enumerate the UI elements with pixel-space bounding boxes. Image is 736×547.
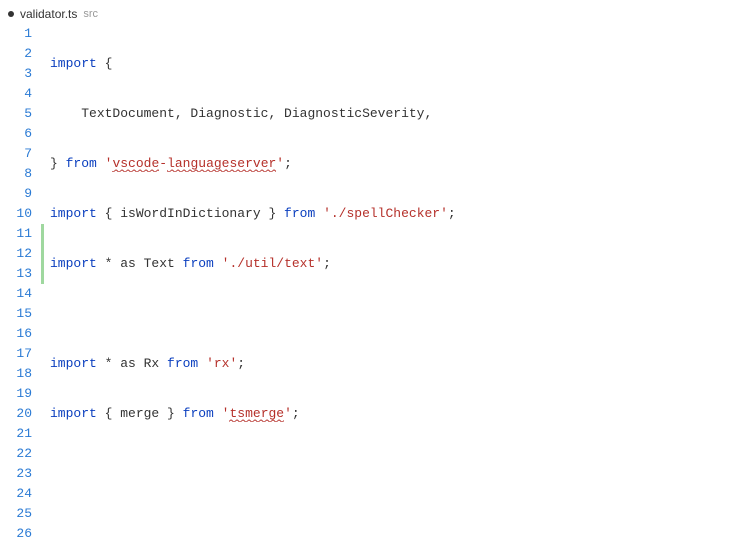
line-number: 26 bbox=[0, 524, 32, 544]
line-number: 18 bbox=[0, 364, 32, 384]
code-line[interactable]: import * as Text from './util/text'; bbox=[50, 254, 736, 274]
keyword: import bbox=[50, 406, 97, 421]
string-dash: - bbox=[159, 156, 167, 171]
string-literal: './util/text' bbox=[222, 256, 323, 271]
keyword: from bbox=[183, 406, 214, 421]
tab-path-hint: src bbox=[83, 8, 98, 20]
keyword: from bbox=[66, 156, 97, 171]
line-number: 20 bbox=[0, 404, 32, 424]
code-line[interactable]: import { merge } from 'tsmerge'; bbox=[50, 404, 736, 424]
line-number: 2 bbox=[0, 44, 32, 64]
space bbox=[214, 406, 222, 421]
line-number: 7 bbox=[0, 144, 32, 164]
line-number: 1 bbox=[0, 24, 32, 44]
keyword: from bbox=[284, 206, 315, 221]
brace: { bbox=[97, 56, 113, 71]
line-number: 22 bbox=[0, 444, 32, 464]
string-literal: ' bbox=[276, 156, 284, 171]
code-line[interactable]: import { bbox=[50, 54, 736, 74]
import-names: * as Text bbox=[97, 256, 183, 271]
diff-add-marker-icon bbox=[41, 224, 44, 244]
brace: } bbox=[50, 156, 66, 171]
line-number: 14 bbox=[0, 284, 32, 304]
tab-filename[interactable]: validator.ts bbox=[20, 7, 77, 21]
line-number: 6 bbox=[0, 124, 32, 144]
keyword: import bbox=[50, 206, 97, 221]
line-number: 17 bbox=[0, 344, 32, 364]
line-number: 21 bbox=[0, 424, 32, 444]
line-number: 15 bbox=[0, 304, 32, 324]
line-number: 11 bbox=[0, 224, 32, 244]
import-names: { isWordInDictionary } bbox=[97, 206, 284, 221]
import-names: { merge } bbox=[97, 406, 183, 421]
diff-add-marker-icon bbox=[41, 244, 44, 264]
diff-add-marker-icon bbox=[41, 264, 44, 284]
modified-dot-icon bbox=[8, 11, 14, 17]
keyword: from bbox=[183, 256, 214, 271]
code-line[interactable]: TextDocument, Diagnostic, DiagnosticSeve… bbox=[50, 104, 736, 124]
code-line[interactable] bbox=[50, 304, 736, 324]
space bbox=[315, 206, 323, 221]
string-word: vscode bbox=[112, 156, 159, 172]
line-number: 10 bbox=[0, 204, 32, 224]
import-names: * as Rx bbox=[97, 356, 167, 371]
code-line[interactable]: } from 'vscode-languageserver'; bbox=[50, 154, 736, 174]
semicolon: ; bbox=[284, 156, 292, 171]
line-number: 13 bbox=[0, 264, 32, 284]
line-number: 12 bbox=[0, 244, 32, 264]
string-word: languageserver bbox=[167, 156, 276, 172]
string-literal: './spellChecker' bbox=[323, 206, 448, 221]
line-number: 9 bbox=[0, 184, 32, 204]
line-number: 19 bbox=[0, 384, 32, 404]
keyword: from bbox=[167, 356, 198, 371]
code-area[interactable]: import { TextDocument, Diagnostic, Diagn… bbox=[46, 24, 736, 547]
tab-bar: validator.ts src bbox=[0, 0, 736, 24]
string-close: ' bbox=[284, 406, 292, 421]
identifier-list: TextDocument, Diagnostic, DiagnosticSeve… bbox=[81, 106, 432, 121]
line-number: 23 bbox=[0, 464, 32, 484]
string-word: tsmerge bbox=[229, 406, 284, 422]
line-number: 5 bbox=[0, 104, 32, 124]
line-number: 8 bbox=[0, 164, 32, 184]
keyword: import bbox=[50, 256, 97, 271]
code-line[interactable] bbox=[50, 504, 736, 524]
space bbox=[97, 156, 105, 171]
line-number: 3 bbox=[0, 64, 32, 84]
line-number: 25 bbox=[0, 504, 32, 524]
space bbox=[198, 356, 206, 371]
space bbox=[214, 256, 222, 271]
string-literal: 'rx' bbox=[206, 356, 237, 371]
semicolon: ; bbox=[448, 206, 456, 221]
keyword: import bbox=[50, 356, 97, 371]
code-line[interactable]: import * as Rx from 'rx'; bbox=[50, 354, 736, 374]
semicolon: ; bbox=[323, 256, 331, 271]
indent bbox=[50, 106, 81, 121]
code-line[interactable]: import { isWordInDictionary } from './sp… bbox=[50, 204, 736, 224]
semicolon: ; bbox=[292, 406, 300, 421]
code-editor[interactable]: 1 2 3 4 5 6 7 8 9 10 11 12 13 14 15 16 1… bbox=[0, 24, 736, 547]
line-number: 16 bbox=[0, 324, 32, 344]
semicolon: ; bbox=[237, 356, 245, 371]
keyword: import bbox=[50, 56, 97, 71]
line-number: 4 bbox=[0, 84, 32, 104]
code-line[interactable] bbox=[50, 454, 736, 474]
line-number: 24 bbox=[0, 484, 32, 504]
line-number-gutter: 1 2 3 4 5 6 7 8 9 10 11 12 13 14 15 16 1… bbox=[0, 24, 40, 547]
